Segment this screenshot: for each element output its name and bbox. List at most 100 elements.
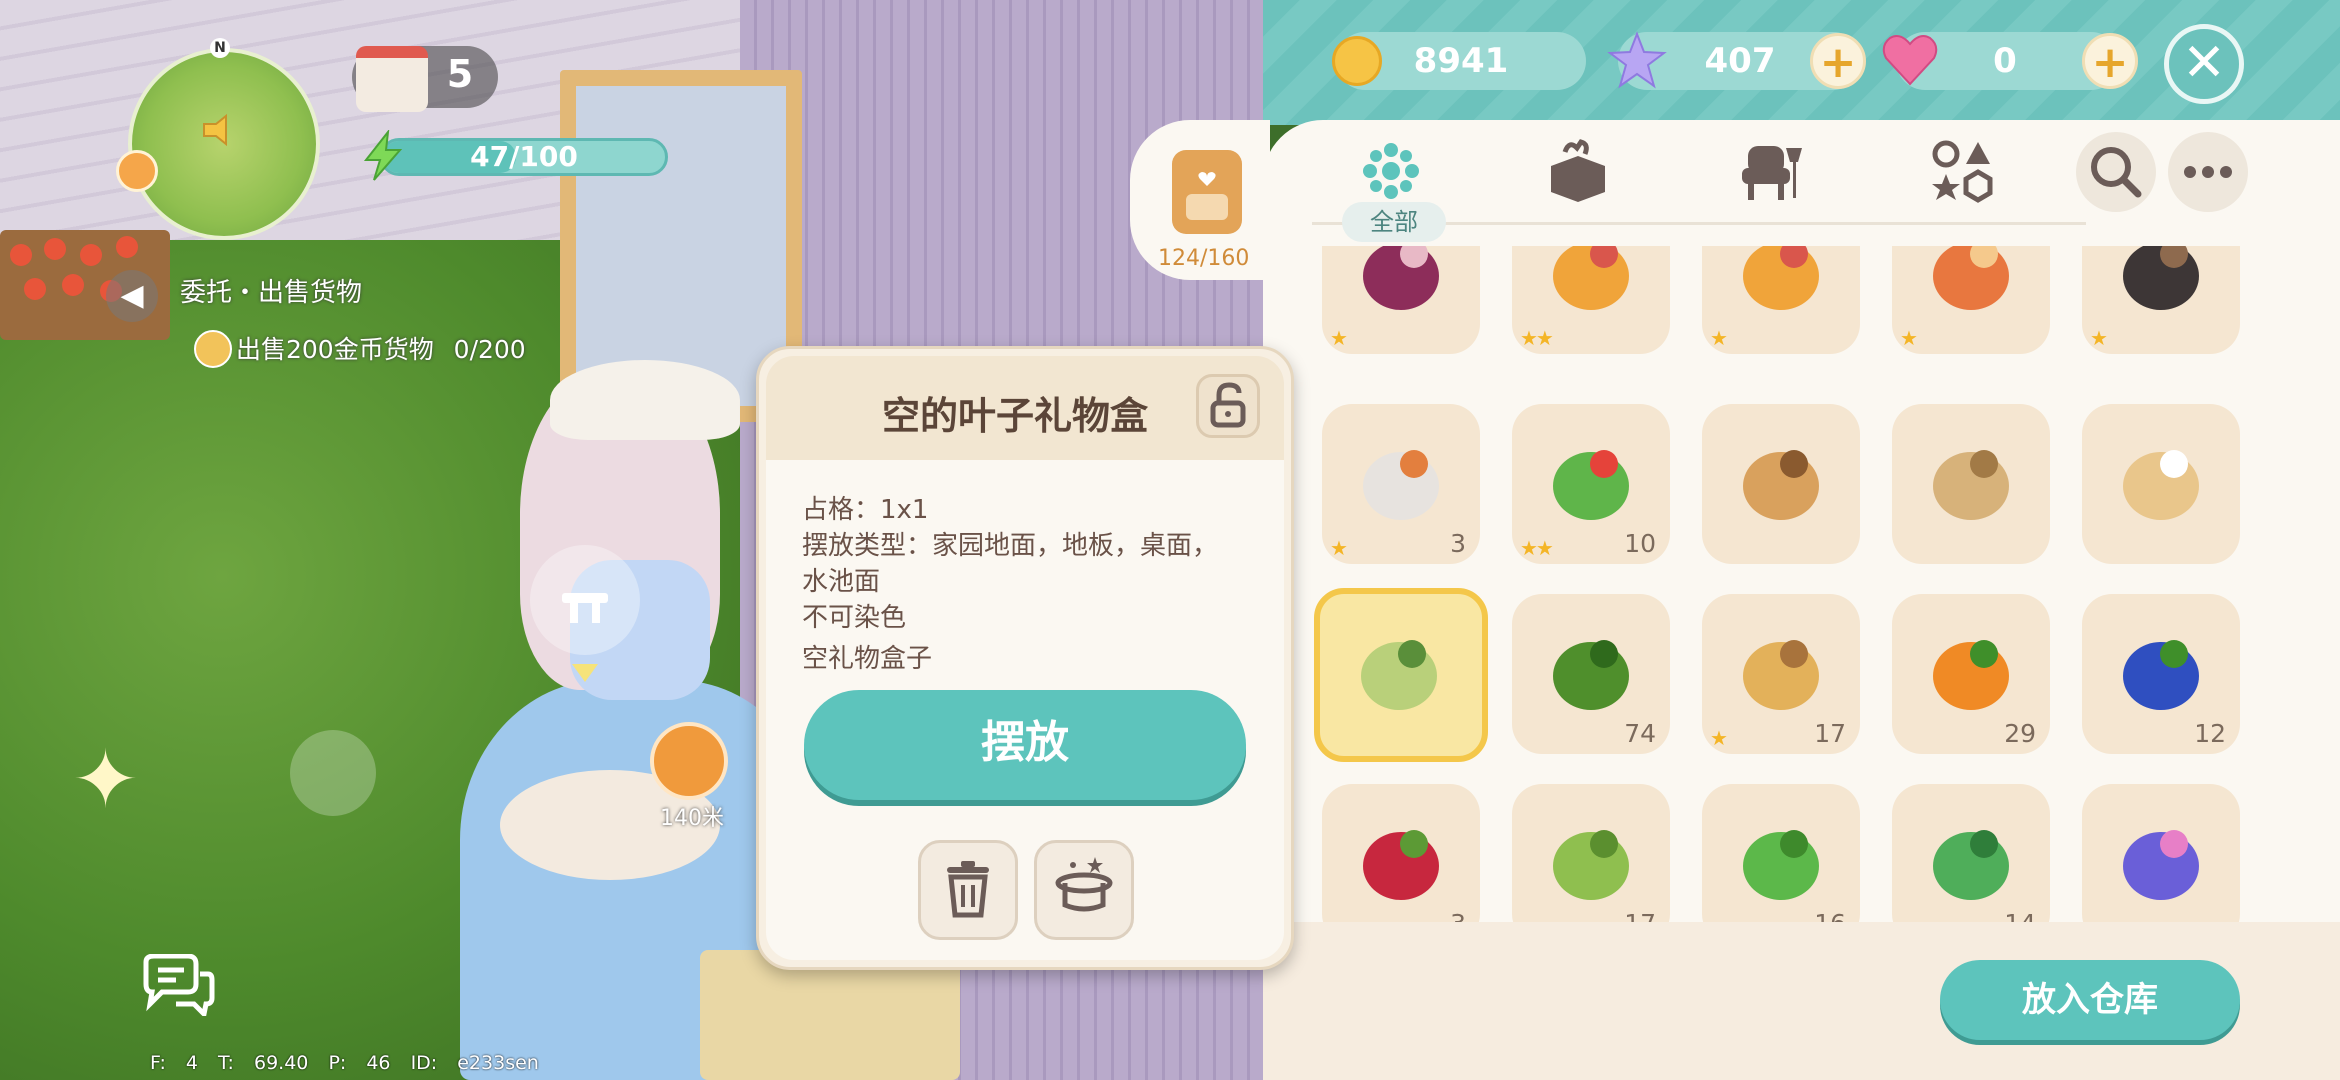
rarity-stars: ★ [1330, 536, 1348, 560]
item-count: 14 [2004, 909, 2036, 922]
leaf-sprig-icon [1933, 830, 2009, 900]
rarity-stars: ★ [1900, 326, 1918, 350]
item-count: 74 [1624, 719, 1656, 748]
inventory-slot-green-leek[interactable]: 74 [1512, 594, 1670, 754]
close-button[interactable]: ✕ [2164, 24, 2244, 104]
magic-hat-button[interactable] [1034, 840, 1134, 940]
inventory-slot-easel[interactable] [2082, 404, 2240, 564]
joystick[interactable] [290, 730, 376, 816]
rarity-stars: ★ [1710, 326, 1728, 350]
rarity-stars: ★ [1710, 726, 1728, 750]
add-gems-button[interactable]: + [2082, 33, 2138, 89]
inventory-slot-tomato-salad[interactable]: ★★ 10 [1512, 404, 1670, 564]
inventory-slot-green-grapes[interactable]: 16 [1702, 784, 1860, 922]
item-count: 17 [1624, 909, 1656, 922]
grilled-plate-icon [1363, 450, 1439, 520]
furniture-icon[interactable] [1736, 138, 1806, 204]
item-dye-info: 不可染色 [802, 603, 907, 633]
minimap-north-label: N [210, 38, 230, 58]
coin-value: 8941 [1413, 41, 1509, 81]
green-grapes-icon [1743, 830, 1819, 900]
inventory-slot-jam-jars-orange[interactable]: ★★ [1512, 246, 1670, 354]
debug-f: F: 4 [150, 1052, 198, 1074]
chat-icon[interactable] [140, 954, 216, 1016]
trash-icon [947, 861, 989, 918]
all-icon[interactable] [1356, 138, 1426, 204]
item-count: 17 [1814, 719, 1846, 748]
debug-p: P: 46 [328, 1052, 391, 1074]
blueberries-icon [2123, 640, 2199, 710]
inventory-slot-blueberries[interactable]: 12 [2082, 594, 2240, 754]
inventory-slot-jam-jars-purple[interactable]: ★ [1322, 246, 1480, 354]
debug-t: T: 69.40 [218, 1052, 309, 1074]
inventory-slot-leaf-gift-box[interactable] [1314, 588, 1488, 762]
inventory-slot-bread-crate[interactable]: ★ 17 [1702, 594, 1860, 754]
heart-gem-icon [1882, 35, 1938, 86]
star-icon [1607, 31, 1667, 89]
item-count: 16 [1814, 909, 1846, 922]
interact-button[interactable] [530, 545, 640, 655]
category-all-label[interactable]: 全部 [1342, 202, 1446, 242]
item-placement-type: 摆放类型：家园地面，地板，桌面，水池面 [802, 531, 1219, 597]
shapes-icon[interactable] [1928, 138, 1998, 204]
more-icon [2184, 166, 2232, 178]
calendar-day: 5 [446, 52, 474, 96]
more-button[interactable] [2168, 132, 2248, 212]
inventory-slot-skillet-dish[interactable]: ★ [2082, 246, 2240, 354]
inventory-slot-leaf-sprig[interactable]: 14 [1892, 784, 2050, 922]
quest-task: 出售200金币货物 0/200 [236, 330, 526, 366]
inventory-slot-jam-jars-orange-2[interactable]: ★ [1702, 246, 1860, 354]
coin-icon [194, 330, 232, 368]
debug-info: F: 4 T: 69.40 P: 46 ID: e233sen [150, 1052, 539, 1074]
inventory-slot-mermaid-tail[interactable] [2082, 784, 2240, 922]
raspberry-icon [1363, 830, 1439, 900]
backpack-capacity: 124/160 [1158, 246, 1250, 271]
minimap-coin-icon [116, 150, 158, 192]
place-button[interactable]: 摆放 [804, 690, 1246, 800]
lightning-icon [363, 130, 403, 181]
mermaid-tail-icon [2123, 830, 2199, 900]
lute-icon [1743, 450, 1819, 520]
delete-button[interactable] [918, 840, 1018, 940]
gem-value: 0 [1993, 41, 2017, 81]
easel-icon [2123, 450, 2199, 520]
skillet-dish-icon [2123, 246, 2199, 310]
unlock-button[interactable] [1196, 374, 1260, 438]
store-in-warehouse-button[interactable]: 放入仓库 [1940, 960, 2240, 1040]
inventory-slot-lute[interactable] [1702, 404, 1860, 564]
place-furniture-icon [562, 593, 608, 623]
gift-box-icon[interactable] [1543, 138, 1613, 204]
rarity-stars: ★ [2090, 326, 2108, 350]
green-beans-icon [1553, 830, 1629, 900]
inventory-slot-raspberry[interactable]: 3 [1322, 784, 1480, 922]
calendar-icon[interactable] [356, 46, 428, 112]
unlock-icon [1210, 382, 1246, 428]
inventory-slot-grilled-plate[interactable]: ★ 3 [1322, 404, 1480, 564]
item-grid: ★★★★★★★3★★1074★1729123171614 [1310, 246, 2270, 922]
green-leek-icon [1553, 640, 1629, 710]
inventory-slot-recorder-flute[interactable] [1892, 404, 2050, 564]
item-detail-title: 空的叶子礼物盒 [881, 394, 1148, 438]
bread-crate-icon [1743, 640, 1819, 710]
quest-title[interactable]: 委托・出售货物 [180, 272, 362, 309]
seafood-burger-icon [1933, 246, 2009, 310]
flower-crown [550, 360, 740, 440]
add-stars-button[interactable]: + [1810, 33, 1866, 89]
inventory-slot-orange[interactable]: 29 [1892, 594, 2050, 754]
quest-collapse-button[interactable]: ◀ [106, 270, 158, 322]
inventory-slot-seafood-burger[interactable]: ★ [1892, 246, 2050, 354]
down-arrow-icon [572, 664, 598, 682]
search-button[interactable] [2076, 132, 2156, 212]
item-size: 占格：1x1 [802, 495, 929, 525]
item-count: 10 [1624, 529, 1656, 558]
jam-jars-purple-icon [1363, 246, 1439, 310]
item-count: 3 [1450, 529, 1466, 558]
item-count: 12 [2194, 719, 2226, 748]
target-pin-icon[interactable] [650, 722, 728, 800]
star-value: 407 [1704, 41, 1776, 81]
debug-id: ID: e233sen [410, 1052, 539, 1074]
jam-jars-orange-2-icon [1743, 246, 1819, 310]
item-description: 空礼物盒子 [802, 644, 933, 674]
inventory-slot-green-beans[interactable]: 17 [1512, 784, 1670, 922]
sparkle-icon[interactable]: ✦ [72, 740, 139, 820]
